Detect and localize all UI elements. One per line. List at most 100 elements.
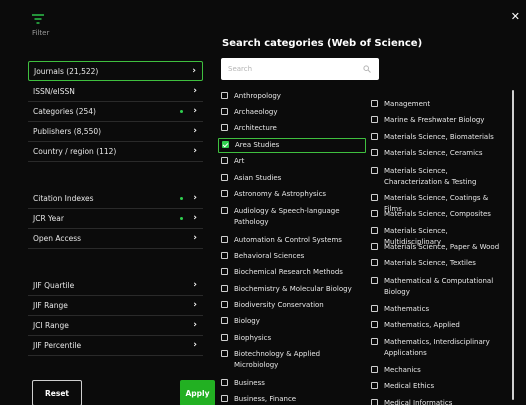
filter-icon[interactable] xyxy=(32,14,44,24)
category-option[interactable]: Biochemical Research Methods xyxy=(221,267,361,278)
search-placeholder: Search xyxy=(228,65,253,73)
checkbox[interactable] xyxy=(371,259,378,266)
chevron-right-icon: › xyxy=(193,233,197,243)
checkbox[interactable] xyxy=(221,379,228,386)
category-option[interactable]: Audiology & Speech-language Pathology xyxy=(221,206,361,228)
checkbox[interactable] xyxy=(221,190,228,197)
sidebar-item[interactable]: Publishers (8,550) › xyxy=(28,121,203,141)
category-option[interactable]: Medical Ethics xyxy=(371,381,503,392)
close-icon[interactable]: ✕ xyxy=(511,10,520,23)
category-option[interactable]: Astronomy & Astrophysics xyxy=(221,189,361,200)
checkbox[interactable] xyxy=(371,321,378,328)
active-filter-dot xyxy=(180,109,184,113)
category-option[interactable]: Asian Studies xyxy=(221,173,361,184)
category-option[interactable]: Materials Science, Paper & Wood xyxy=(371,242,503,253)
scrollbar[interactable] xyxy=(512,90,514,400)
divider xyxy=(28,315,203,316)
category-option[interactable]: Materials Science, Biomaterials xyxy=(371,132,503,143)
category-option[interactable]: Materials Science, Characterization & Te… xyxy=(371,166,503,188)
category-label: Materials Science, Characterization & Te… xyxy=(384,167,477,186)
category-option[interactable]: Business, Finance xyxy=(221,394,361,405)
checkbox[interactable] xyxy=(221,334,228,341)
checkbox[interactable] xyxy=(371,338,378,345)
checkbox[interactable] xyxy=(371,133,378,140)
category-option[interactable]: Materials Science, Ceramics xyxy=(371,148,503,159)
checkbox[interactable] xyxy=(221,157,228,164)
sidebar-item[interactable]: Open Access › xyxy=(28,228,203,248)
checkbox[interactable] xyxy=(221,317,228,324)
sidebar-item[interactable]: Journals (21,522) › xyxy=(28,61,203,81)
sidebar-item[interactable]: JIF Range › xyxy=(28,295,203,315)
category-option[interactable]: Biology xyxy=(221,316,361,327)
category-option[interactable]: Management xyxy=(371,99,503,110)
checkbox[interactable] xyxy=(221,268,228,275)
checkbox[interactable] xyxy=(371,399,378,405)
sidebar-item[interactable]: JIF Percentile › xyxy=(28,335,203,355)
checkbox[interactable] xyxy=(371,243,378,250)
sidebar-item-label: Citation Indexes xyxy=(33,193,94,203)
category-option[interactable]: Automation & Control Systems xyxy=(221,235,361,246)
sidebar-item[interactable]: Categories (254) › xyxy=(28,101,203,121)
category-option[interactable]: Biophysics xyxy=(221,333,361,344)
category-option[interactable]: Mathematics xyxy=(371,304,503,315)
search-input[interactable]: Search xyxy=(221,58,379,80)
checkbox[interactable] xyxy=(371,277,378,284)
category-option[interactable]: Art xyxy=(221,156,361,167)
checkbox[interactable] xyxy=(221,207,228,214)
checkbox[interactable] xyxy=(221,252,228,259)
category-option[interactable]: Medical Informatics xyxy=(371,398,503,405)
category-option[interactable]: Biotechnology & Applied Microbiology xyxy=(221,349,361,371)
reset-button[interactable]: Reset xyxy=(32,380,82,405)
category-option[interactable]: Mechanics xyxy=(371,365,503,376)
checkbox[interactable] xyxy=(221,92,228,99)
checkbox[interactable] xyxy=(221,395,228,402)
category-option[interactable]: Archaeology xyxy=(221,107,361,118)
category-option[interactable]: Mathematical & Computational Biology xyxy=(371,276,503,298)
category-option[interactable]: Behavioral Sciences xyxy=(221,251,361,262)
divider xyxy=(28,335,203,336)
chevron-right-icon: › xyxy=(193,280,197,290)
sidebar-item-meta: › xyxy=(193,146,197,156)
checkbox[interactable] xyxy=(221,236,228,243)
checkbox[interactable] xyxy=(371,167,378,174)
checkbox[interactable] xyxy=(371,194,378,201)
category-option[interactable]: Area Studies xyxy=(218,138,366,153)
checkbox[interactable] xyxy=(371,366,378,373)
sidebar-item[interactable]: JIF Quartile › xyxy=(28,275,203,295)
checkbox[interactable] xyxy=(221,124,228,131)
sidebar-item[interactable]: Citation Indexes › xyxy=(28,188,203,208)
checkbox[interactable] xyxy=(371,149,378,156)
category-option[interactable]: Biochemistry & Molecular Biology xyxy=(221,284,361,295)
checkbox-checked[interactable] xyxy=(222,141,229,148)
checkbox[interactable] xyxy=(221,174,228,181)
category-option[interactable]: Mathematics, Interdisciplinary Applicati… xyxy=(371,337,503,359)
category-option[interactable]: Mathematics, Applied xyxy=(371,320,503,331)
category-option[interactable]: Anthropology xyxy=(221,91,361,102)
category-option[interactable]: Architecture xyxy=(221,123,361,134)
checkbox[interactable] xyxy=(371,382,378,389)
checkbox[interactable] xyxy=(371,227,378,234)
checkbox[interactable] xyxy=(371,305,378,312)
active-filter-dot xyxy=(180,216,184,220)
category-option[interactable]: Materials Science, Composites xyxy=(371,209,503,220)
sidebar-item-label: ISSN/eISSN xyxy=(33,86,75,96)
checkbox[interactable] xyxy=(371,100,378,107)
sidebar-item[interactable]: JCI Range › xyxy=(28,315,203,335)
category-option[interactable]: Materials Science, Textiles xyxy=(371,258,503,269)
category-label: Materials Science, Textiles xyxy=(384,259,476,267)
checkbox[interactable] xyxy=(371,116,378,123)
sidebar-item[interactable]: JCR Year › xyxy=(28,208,203,228)
apply-button[interactable]: Apply xyxy=(180,380,215,405)
checkbox[interactable] xyxy=(371,210,378,217)
checkbox[interactable] xyxy=(221,350,228,357)
category-option[interactable]: Business xyxy=(221,378,361,389)
chevron-right-icon: › xyxy=(193,146,197,156)
sidebar-item[interactable]: Country / region (112) › xyxy=(28,141,203,161)
category-option[interactable]: Marine & Freshwater Biology xyxy=(371,115,503,126)
category-option[interactable]: Biodiversity Conservation xyxy=(221,300,361,311)
checkbox[interactable] xyxy=(221,285,228,292)
checkbox[interactable] xyxy=(221,301,228,308)
chevron-right-icon: › xyxy=(193,106,197,116)
checkbox[interactable] xyxy=(221,108,228,115)
sidebar-item[interactable]: ISSN/eISSN › xyxy=(28,81,203,101)
